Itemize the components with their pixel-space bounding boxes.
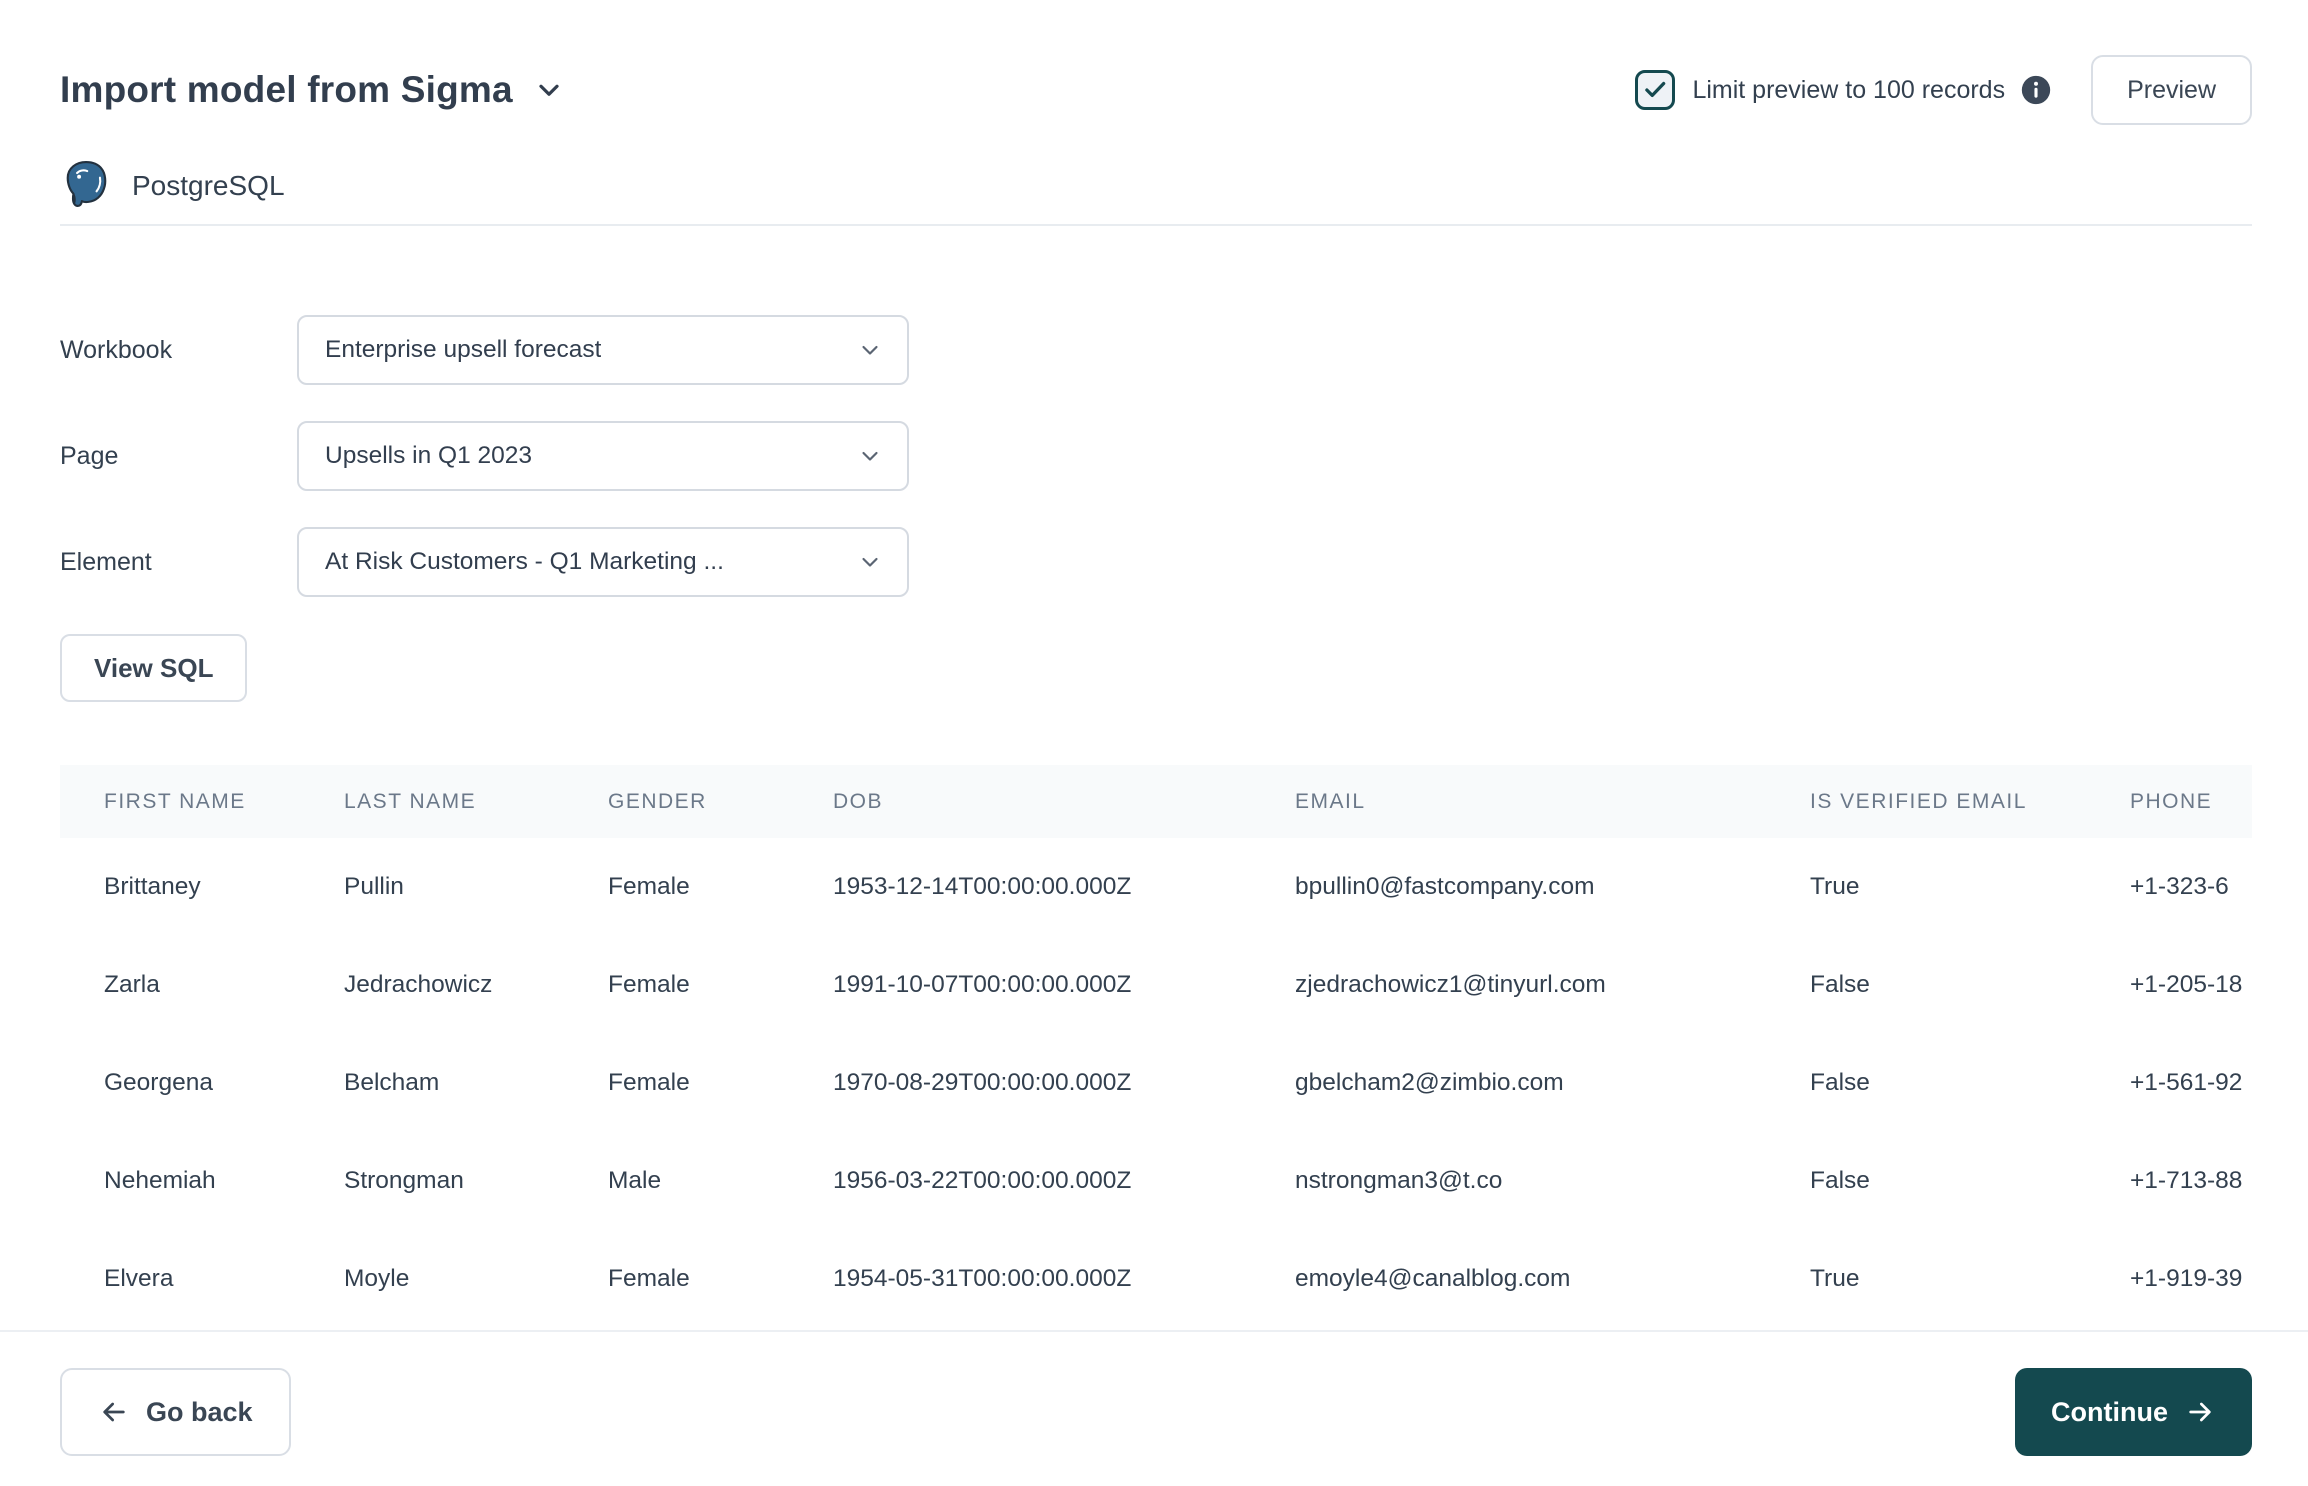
- element-select-value: At Risk Customers - Q1 Marketing ...: [325, 548, 724, 575]
- column-header-gender: GENDER: [608, 789, 707, 813]
- workbook-select[interactable]: Enterprise upsell forecast: [297, 315, 909, 385]
- info-icon[interactable]: [2019, 73, 2053, 107]
- column-header-phone: PHONE: [2130, 789, 2213, 813]
- cell-last-name: Jedrachowicz: [344, 971, 493, 998]
- cell-is-verified-email: False: [1810, 1069, 1870, 1096]
- cell-email: bpullin0@fastcompany.com: [1295, 873, 1595, 900]
- table-row: Georgena Belcham Female 1970-08-29T00:00…: [60, 1034, 2252, 1132]
- cell-first-name: Elvera: [104, 1265, 174, 1292]
- postgresql-logo: [60, 158, 112, 215]
- cell-last-name: Pullin: [344, 873, 404, 900]
- cell-last-name: Moyle: [344, 1265, 410, 1292]
- cell-is-verified-email: True: [1810, 1265, 1860, 1292]
- table-row: Nehemiah Strongman Male 1956-03-22T00:00…: [60, 1132, 2252, 1230]
- page-select-value: Upsells in Q1 2023: [325, 442, 533, 469]
- page-select[interactable]: Upsells in Q1 2023: [297, 421, 909, 491]
- arrow-left-icon: [98, 1396, 130, 1428]
- page-field-row: Page Upsells in Q1 2023: [60, 421, 909, 491]
- workbook-field-row: Workbook Enterprise upsell forecast: [60, 315, 909, 385]
- workbook-select-value: Enterprise upsell forecast: [325, 336, 602, 363]
- cell-dob: 1954-05-31T00:00:00.000Z: [833, 1265, 1132, 1292]
- cell-email: emoyle4@canalblog.com: [1295, 1265, 1571, 1292]
- cell-first-name: Brittaney: [104, 873, 201, 900]
- limit-preview-checkbox[interactable]: [1635, 70, 1676, 110]
- element-field-row: Element At Risk Customers - Q1 Marketing…: [60, 527, 909, 597]
- cell-is-verified-email: False: [1810, 1167, 1870, 1194]
- continue-button[interactable]: Continue: [2015, 1368, 2252, 1456]
- chevron-down-icon: [857, 443, 883, 469]
- cell-dob: 1970-08-29T00:00:00.000Z: [833, 1069, 1132, 1096]
- cell-phone: +1-713-88: [2130, 1167, 2243, 1194]
- cell-dob: 1956-03-22T00:00:00.000Z: [833, 1167, 1132, 1194]
- element-select[interactable]: At Risk Customers - Q1 Marketing ...: [297, 527, 909, 597]
- cell-gender: Female: [608, 1265, 690, 1292]
- cell-dob: 1991-10-07T00:00:00.000Z: [833, 971, 1132, 998]
- column-header-first-name: FIRST NAME: [104, 789, 246, 813]
- source-name: PostgreSQL: [132, 170, 285, 201]
- title-group[interactable]: Import model from Sigma: [60, 69, 565, 111]
- cell-gender: Female: [608, 1069, 690, 1096]
- cell-last-name: Belcham: [344, 1069, 440, 1096]
- page-label: Page: [60, 441, 119, 470]
- chevron-down-icon: [857, 549, 883, 575]
- cell-phone: +1-323-6: [2130, 873, 2229, 900]
- cell-email: nstrongman3@t.co: [1295, 1167, 1503, 1194]
- source-row: PostgreSQL: [60, 158, 285, 214]
- preview-button[interactable]: Preview: [2091, 55, 2252, 125]
- column-header-is-verified-email: IS VERIFIED EMAIL: [1810, 789, 2027, 813]
- header-divider: [60, 224, 2252, 226]
- preview-table: FIRST NAME LAST NAME GENDER DOB EMAIL IS…: [60, 765, 2252, 1328]
- arrow-right-icon: [2184, 1396, 2216, 1428]
- limit-preview-label: Limit preview to 100 records: [1692, 75, 2006, 104]
- cell-first-name: Georgena: [104, 1069, 213, 1096]
- cell-last-name: Strongman: [344, 1167, 464, 1194]
- cell-email: zjedrachowicz1@tinyurl.com: [1295, 971, 1606, 998]
- topbar: Import model from Sigma Limit preview to…: [60, 48, 2252, 132]
- chevron-down-icon[interactable]: [533, 74, 565, 106]
- workbook-label: Workbook: [60, 335, 173, 364]
- footer-divider: [0, 1330, 2308, 1332]
- cell-gender: Male: [608, 1167, 662, 1194]
- table-row: Zarla Jedrachowicz Female 1991-10-07T00:…: [60, 936, 2252, 1034]
- cell-phone: +1-561-92: [2130, 1069, 2243, 1096]
- element-label: Element: [60, 547, 152, 576]
- go-back-label: Go back: [146, 1396, 253, 1427]
- cell-phone: +1-205-18: [2130, 971, 2243, 998]
- column-header-email: EMAIL: [1295, 789, 1366, 813]
- topbar-right: Limit preview to 100 records Preview: [1635, 55, 2252, 125]
- cell-is-verified-email: False: [1810, 971, 1870, 998]
- cell-gender: Female: [608, 971, 690, 998]
- table-header-row: FIRST NAME LAST NAME GENDER DOB EMAIL IS…: [60, 765, 2252, 838]
- table-row: Elvera Moyle Female 1954-05-31T00:00:00.…: [60, 1230, 2252, 1328]
- cell-first-name: Nehemiah: [104, 1167, 216, 1194]
- cell-is-verified-email: True: [1810, 873, 1860, 900]
- chevron-down-icon: [857, 337, 883, 363]
- view-sql-button[interactable]: View SQL: [60, 634, 248, 702]
- cell-phone: +1-919-39: [2130, 1265, 2243, 1292]
- cell-first-name: Zarla: [104, 971, 160, 998]
- column-header-last-name: LAST NAME: [344, 789, 477, 813]
- continue-label: Continue: [2051, 1396, 2168, 1427]
- cell-gender: Female: [608, 873, 690, 900]
- import-model-dialog: Import model from Sigma Limit preview to…: [0, 0, 2308, 1486]
- table-row: Brittaney Pullin Female 1953-12-14T00:00…: [60, 838, 2252, 936]
- cell-dob: 1953-12-14T00:00:00.000Z: [833, 873, 1132, 900]
- page-title: Import model from Sigma: [60, 69, 513, 110]
- cell-email: gbelcham2@zimbio.com: [1295, 1069, 1564, 1096]
- go-back-button[interactable]: Go back: [60, 1368, 291, 1456]
- column-header-dob: DOB: [833, 789, 884, 813]
